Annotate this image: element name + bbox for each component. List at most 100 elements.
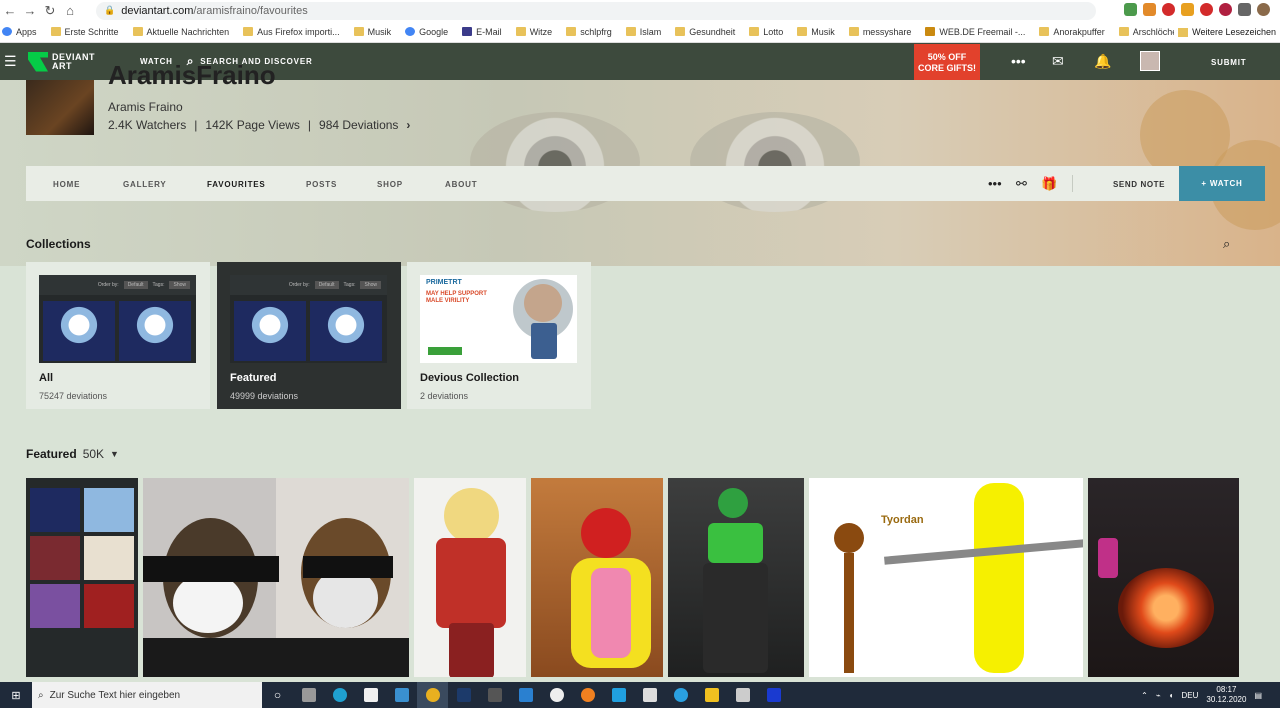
bookmark-item[interactable]: Google xyxy=(405,27,448,37)
tab-home[interactable]: HOME xyxy=(53,180,80,189)
taskbar-app-icon[interactable] xyxy=(665,682,696,708)
bookmark-item[interactable]: schlpfrg xyxy=(566,27,612,37)
other-bookmarks-label: Weitere Lesezeichen xyxy=(1192,27,1276,37)
profile-tab-bar: HOME GALLERY FAVOURITES POSTS SHOP ABOUT… xyxy=(26,166,1265,201)
tab-shop[interactable]: SHOP xyxy=(377,180,403,189)
chrome-icon[interactable] xyxy=(417,682,448,708)
extension-icon[interactable] xyxy=(1181,3,1194,16)
volume-icon[interactable]: ◖ xyxy=(1169,691,1174,700)
edge-icon[interactable] xyxy=(324,682,355,708)
gallery-item[interactable] xyxy=(143,478,409,677)
gallery-item[interactable] xyxy=(414,478,526,677)
menu-icon[interactable]: ☰ xyxy=(4,53,26,70)
send-note-button[interactable]: SEND NOTE xyxy=(1113,180,1165,189)
chevron-right-icon[interactable]: › xyxy=(406,118,410,132)
gallery-item[interactable] xyxy=(26,478,138,677)
puzzle-icon[interactable] xyxy=(1238,3,1251,16)
other-bookmarks[interactable]: Weitere Lesezeichen xyxy=(1174,21,1280,42)
bookmark-item[interactable]: Musik xyxy=(797,27,835,37)
profile-avatar[interactable] xyxy=(26,80,94,135)
home-icon[interactable]: ⌂ xyxy=(60,3,80,18)
pinterest-icon[interactable] xyxy=(1162,3,1175,16)
collection-count: 49999 deviations xyxy=(230,391,299,401)
task-view-icon[interactable]: ○ xyxy=(262,682,293,708)
deviations-stat[interactable]: 984 Deviations xyxy=(319,118,398,132)
store-icon[interactable] xyxy=(355,682,386,708)
bookmark-item[interactable]: Aktuelle Nachrichten xyxy=(132,27,229,37)
bookmark-item[interactable]: Anorakpuffer xyxy=(1039,27,1105,37)
bookmark-item[interactable]: Aus Firefox importi... xyxy=(243,27,340,37)
gallery-item[interactable]: Tyordan xyxy=(809,478,1083,677)
user-avatar[interactable] xyxy=(1140,51,1160,71)
bookmark-item[interactable]: E-Mail xyxy=(462,27,502,37)
profile-display-name[interactable]: AramisFraino xyxy=(108,65,276,85)
tab-about[interactable]: ABOUT xyxy=(445,180,477,189)
gallery-item[interactable] xyxy=(1088,478,1239,677)
bookmark-item[interactable]: Apps xyxy=(2,27,37,37)
bookmark-item[interactable]: Witze xyxy=(515,27,552,37)
extension-icon[interactable] xyxy=(1219,3,1232,16)
bookmark-item[interactable]: messyshare xyxy=(848,27,911,37)
gallery-item[interactable] xyxy=(531,478,663,677)
tile-art xyxy=(30,584,80,628)
deviantart-logo[interactable]: DEVIANT ART xyxy=(28,51,95,72)
taskbar-app-icon[interactable] xyxy=(634,682,665,708)
search-icon[interactable]: ⌕ xyxy=(1223,236,1230,252)
taskbar-app-icon[interactable] xyxy=(603,682,634,708)
taskbar-app-icon[interactable] xyxy=(727,682,758,708)
gift-icon[interactable]: 🎁 xyxy=(1041,176,1057,192)
promo-banner[interactable]: 50% OFF CORE GIFTS! xyxy=(914,44,980,80)
collection-card-devious[interactable]: PRIMETRT MAY HELP SUPPORT MALE VIRILITY … xyxy=(407,262,591,409)
bookmark-item[interactable]: WEB.DE Freemail -... xyxy=(925,27,1025,37)
taskbar-app-icon[interactable] xyxy=(510,682,541,708)
share-icon[interactable]: ⚯ xyxy=(1016,176,1027,192)
bookmark-item[interactable]: Lotto xyxy=(749,27,783,37)
gallery-item[interactable] xyxy=(668,478,804,677)
taskbar-app-icon[interactable] xyxy=(293,682,324,708)
taskbar-app-icon[interactable] xyxy=(572,682,603,708)
bookmark-label: Arschlöcher xyxy=(1132,26,1181,37)
notes-icon[interactable]: ✉ xyxy=(1052,53,1064,70)
reload-icon[interactable]: ↻ xyxy=(40,3,60,19)
tab-posts[interactable]: POSTS xyxy=(306,180,337,189)
clock[interactable]: 08:17 30.12.2020 xyxy=(1206,685,1246,705)
folder-icon xyxy=(925,27,936,36)
submit-button[interactable]: SUBMIT xyxy=(1211,58,1246,67)
url-field[interactable]: 🔒 deviantart.com /aramisfraino/favourite… xyxy=(96,1,1096,20)
extension-icon[interactable] xyxy=(1143,3,1156,16)
collection-card-all[interactable]: Order by: Default Tags: Show All 75247 d… xyxy=(26,262,210,409)
tab-gallery[interactable]: GALLERY xyxy=(123,180,167,189)
back-icon[interactable]: ← xyxy=(0,3,20,18)
notification-center-icon[interactable]: ▤ xyxy=(1254,691,1262,700)
watch-button[interactable]: + WATCH xyxy=(1179,166,1265,201)
bookmark-item[interactable]: Musik xyxy=(353,27,391,37)
more-options-icon[interactable]: ••• xyxy=(988,176,1002,191)
forward-icon[interactable]: → xyxy=(20,3,40,18)
pinterest-icon[interactable] xyxy=(1200,3,1213,16)
bookmark-item[interactable]: Arschlöcher xyxy=(1118,26,1181,37)
tab-favourites[interactable]: FAVOURITES xyxy=(207,180,266,189)
taskbar-search[interactable]: ⌕ Zur Suche Text hier eingeben xyxy=(32,682,262,708)
bookmark-item[interactable]: Islam xyxy=(625,27,661,37)
profile-icon[interactable] xyxy=(1257,3,1270,16)
url-path: /aramisfraino/favourites xyxy=(193,4,308,17)
bookmark-item[interactable]: Gesundheit xyxy=(675,27,735,37)
language-indicator[interactable]: DEU xyxy=(1182,691,1199,700)
mail-icon[interactable] xyxy=(386,682,417,708)
file-explorer-icon[interactable] xyxy=(696,682,727,708)
tray-chevron-icon[interactable]: ⌃ xyxy=(1141,691,1148,700)
notification-bell-icon[interactable]: 🔔 xyxy=(1094,53,1111,70)
watchers-stat[interactable]: 2.4K Watchers xyxy=(108,118,186,132)
chevron-down-icon[interactable]: ▼ xyxy=(110,449,119,459)
taskbar-app-icon[interactable] xyxy=(541,682,572,708)
photoshop-icon[interactable] xyxy=(448,682,479,708)
windows-start-icon[interactable]: ⊞ xyxy=(0,689,32,702)
more-icon[interactable]: ••• xyxy=(1011,53,1026,69)
bookmark-item[interactable]: Erste Schritte xyxy=(50,27,119,37)
featured-header[interactable]: Featured 50K ▼ xyxy=(26,447,119,461)
network-icon[interactable]: ⌁ xyxy=(1156,691,1161,700)
taskbar-app-icon[interactable] xyxy=(479,682,510,708)
extension-icon[interactable] xyxy=(1124,3,1137,16)
taskbar-app-icon[interactable] xyxy=(758,682,789,708)
collection-card-featured[interactable]: Order by: Default Tags: Show Featured 49… xyxy=(217,262,401,409)
